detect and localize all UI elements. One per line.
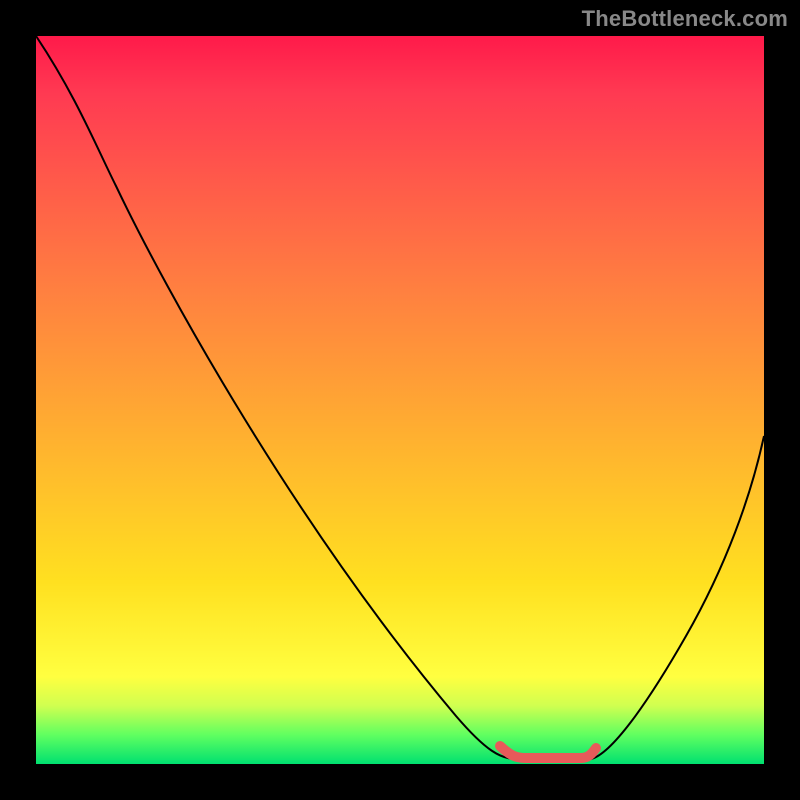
accent-segment	[500, 746, 596, 758]
watermark: TheBottleneck.com	[582, 6, 788, 32]
bottleneck-curve	[36, 36, 764, 759]
curve-svg	[36, 36, 764, 764]
chart-canvas	[36, 36, 764, 764]
